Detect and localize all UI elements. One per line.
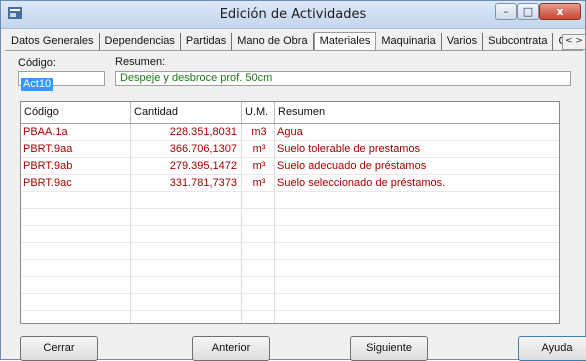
cerrar-button[interactable]: Cerrar (20, 336, 98, 361)
empty-row[interactable] (21, 226, 559, 243)
ayuda-button[interactable]: Ayuda (518, 336, 586, 361)
tab-materiales[interactable]: Materiales (313, 32, 377, 50)
cell-cantidad: 331.781,7373 (131, 175, 242, 191)
header-resumen[interactable]: Resumen (275, 102, 559, 123)
table-row[interactable]: PBAA.1a 228.351,8031 m3 Agua (21, 124, 559, 141)
materiales-table: Código Cantidad U.M. Resumen PBAA.1a 228… (20, 101, 560, 324)
cell-um: m³ (242, 158, 275, 174)
tab-varios[interactable]: Varios (442, 33, 484, 50)
edicion-actividades-window: Edición de Actividades – □ x Datos Gener… (0, 0, 586, 361)
cell-cantidad: 366.706,1307 (131, 141, 242, 157)
header-cantidad[interactable]: Cantidad (131, 102, 242, 123)
table-row[interactable]: PBRT.9ac 331.781,7373 m³ Suelo seleccion… (21, 175, 559, 192)
close-button[interactable]: x (539, 3, 581, 20)
button-bar: Cerrar Anterior Siguiente Ayuda (20, 336, 586, 361)
codigo-field[interactable]: Act10 (18, 71, 105, 91)
cell-resumen: Suelo tolerable de prestamos (277, 143, 421, 155)
tab-mano-de-obra[interactable]: Mano de Obra (232, 33, 314, 50)
materiales-panel: Código: Resumen: Act10 Despeje y desbroc… (5, 50, 586, 361)
cell-codigo: PBAA.1a (21, 124, 131, 140)
empty-row[interactable] (21, 260, 559, 277)
maximize-button[interactable]: □ (517, 3, 539, 20)
cell-cantidad: 228.351,8031 (131, 124, 242, 140)
cell-resumen: Suelo seleccionado de préstamos. (277, 177, 446, 189)
header-um[interactable]: U.M. (242, 102, 275, 123)
cell-codigo: PBRT.9aa (21, 141, 131, 157)
table-header: Código Cantidad U.M. Resumen (21, 102, 559, 124)
table-row[interactable]: PBRT.9ab 279.395,1472 m³ Suelo adecuado … (21, 158, 559, 175)
codigo-value: Act10 (21, 78, 54, 91)
resumen-label: Resumen: (115, 56, 166, 68)
cell-codigo: PBRT.9ab (21, 158, 131, 174)
cell-resumen: Suelo adecuado de préstamos (277, 160, 427, 172)
cell-cantidad: 279.395,1472 (131, 158, 242, 174)
empty-row[interactable] (21, 192, 559, 209)
empty-row[interactable] (21, 277, 559, 294)
tab-scroll-arrows[interactable]: < > (562, 34, 586, 50)
siguiente-button[interactable]: Siguiente (350, 336, 428, 361)
tab-datos-generales[interactable]: Datos Generales (6, 33, 100, 50)
empty-row[interactable] (21, 311, 559, 323)
cell-um: m³ (242, 141, 275, 157)
resumen-field[interactable]: Despeje y desbroce prof. 50cm (115, 71, 571, 86)
table-row[interactable]: PBRT.9aa 366.706,1307 m³ Suelo tolerable… (21, 141, 559, 158)
tab-subcontrata[interactable]: Subcontrata (483, 33, 554, 50)
cell-um: m3 (242, 124, 275, 140)
minimize-button[interactable]: – (495, 3, 517, 20)
tab-strip: Datos Generales Dependencias Partidas Mano … (6, 32, 582, 51)
empty-row[interactable] (21, 243, 559, 260)
empty-row[interactable] (21, 294, 559, 311)
cell-resumen: Agua (277, 126, 303, 138)
tab-maquinaria[interactable]: Maquinaria (376, 33, 442, 50)
tab-dependencias[interactable]: Dependencias (100, 33, 181, 50)
header-codigo[interactable]: Código (21, 102, 131, 123)
empty-row[interactable] (21, 209, 559, 226)
cell-codigo: PBRT.9ac (21, 175, 131, 191)
title-bar[interactable]: Edición de Actividades – □ x (1, 1, 585, 29)
codigo-label: Código: (18, 57, 56, 69)
anterior-button[interactable]: Anterior (192, 336, 270, 361)
cell-um: m³ (242, 175, 275, 191)
tab-partidas[interactable]: Partidas (181, 33, 233, 50)
table-body: PBAA.1a 228.351,8031 m3 Agua PBRT.9aa 36… (21, 124, 559, 323)
